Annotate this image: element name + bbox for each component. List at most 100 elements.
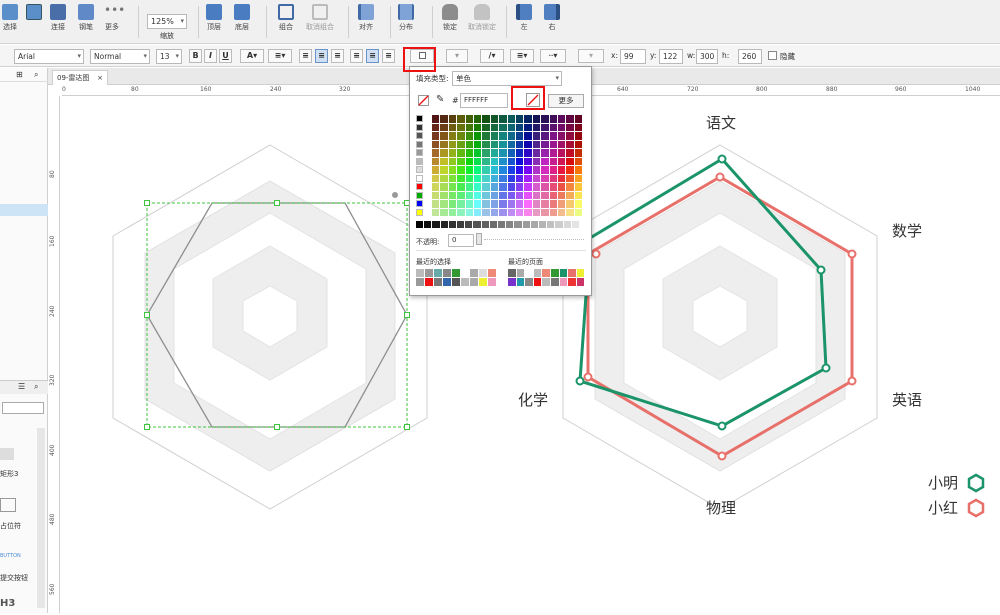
color-swatch[interactable] (558, 149, 566, 157)
y-input[interactable]: 122 (659, 49, 683, 64)
color-swatch[interactable] (474, 115, 482, 123)
color-swatch[interactable] (457, 174, 465, 182)
recent-swatch[interactable] (508, 278, 516, 286)
fill-type-select[interactable]: 单色 (452, 71, 562, 86)
color-swatch[interactable] (432, 140, 440, 148)
valign-middle-button[interactable]: ≡ (366, 49, 379, 63)
gray-swatch[interactable] (506, 221, 514, 228)
color-swatch[interactable] (532, 132, 541, 140)
line-width-button[interactable]: ≡▾ (510, 49, 534, 63)
color-swatch[interactable] (558, 140, 566, 148)
color-swatch[interactable] (457, 132, 465, 140)
color-swatch[interactable] (416, 140, 423, 148)
color-swatch[interactable] (440, 191, 448, 199)
color-swatch[interactable] (416, 200, 423, 207)
color-swatch[interactable] (524, 149, 532, 157)
color-swatch[interactable] (465, 208, 473, 216)
color-swatch[interactable] (558, 200, 566, 208)
color-swatch[interactable] (549, 149, 557, 157)
color-swatch[interactable] (448, 200, 457, 208)
color-swatch[interactable] (524, 174, 532, 182)
recent-swatch[interactable] (551, 278, 559, 286)
widget-label-placeholder[interactable]: 占位符 (0, 521, 21, 531)
color-swatch[interactable] (465, 140, 473, 148)
opacity-slider-track[interactable] (484, 239, 584, 240)
color-swatch[interactable] (566, 166, 574, 174)
color-swatch[interactable] (516, 166, 524, 174)
color-swatch[interactable] (482, 123, 490, 131)
more-colors-button[interactable]: 更多 (548, 94, 584, 108)
resize-handle[interactable] (404, 312, 410, 318)
color-swatch[interactable] (574, 200, 583, 208)
color-swatch[interactable] (532, 157, 541, 165)
color-swatch[interactable] (465, 174, 473, 182)
color-swatch[interactable] (499, 166, 507, 174)
group-button[interactable]: 组合 (278, 4, 294, 32)
gray-swatch[interactable] (465, 221, 473, 228)
color-swatch[interactable] (574, 140, 583, 148)
color-swatch[interactable] (457, 208, 465, 216)
color-swatch[interactable] (499, 200, 507, 208)
recent-swatch[interactable] (559, 278, 568, 286)
color-swatch[interactable] (440, 140, 448, 148)
color-swatch[interactable] (448, 157, 457, 165)
select-tool-alt[interactable] (26, 4, 42, 22)
color-swatch[interactable] (474, 174, 482, 182)
color-swatch[interactable] (524, 183, 532, 191)
eyedropper-icon[interactable]: ✎ (436, 94, 444, 105)
tab-radar[interactable]: 09-雷达图 × (52, 70, 108, 85)
color-swatch[interactable] (465, 183, 473, 191)
color-swatch[interactable] (532, 149, 541, 157)
color-swatch[interactable] (474, 140, 482, 148)
color-swatch[interactable] (541, 191, 549, 199)
color-swatch[interactable] (499, 132, 507, 140)
color-swatch[interactable] (558, 157, 566, 165)
color-swatch[interactable] (574, 132, 583, 140)
color-swatch[interactable] (566, 208, 574, 216)
color-swatch[interactable] (448, 191, 457, 199)
align-left-button[interactable]: ≡ (299, 49, 312, 63)
align-center-button[interactable]: ≡ (315, 49, 328, 63)
color-swatch[interactable] (482, 208, 490, 216)
left-button[interactable]: 左 (516, 4, 532, 32)
color-swatch[interactable] (448, 115, 457, 123)
color-swatch[interactable] (474, 183, 482, 191)
ungroup-button[interactable]: 取消组合 (306, 4, 334, 32)
color-swatch[interactable] (499, 123, 507, 131)
pen-tool[interactable]: 钢笔 (78, 4, 94, 32)
color-swatch[interactable] (558, 166, 566, 174)
color-swatch[interactable] (440, 166, 448, 174)
align-right-button[interactable]: ≡ (331, 49, 344, 63)
color-swatch[interactable] (432, 174, 440, 182)
send-to-bottom-button[interactable]: 底层 (234, 4, 250, 32)
color-swatch[interactable] (499, 174, 507, 182)
color-swatch[interactable] (541, 140, 549, 148)
recent-swatch[interactable] (425, 278, 433, 286)
color-swatch[interactable] (549, 166, 557, 174)
color-swatch[interactable] (566, 132, 574, 140)
color-swatch[interactable] (532, 174, 541, 182)
recent-swatch[interactable] (470, 278, 478, 286)
more-tools[interactable]: ••• 更多 (104, 4, 125, 32)
line-style-button[interactable]: ┄▾ (540, 49, 566, 63)
color-swatch[interactable] (516, 200, 524, 208)
italic-button[interactable]: I (204, 49, 217, 63)
recent-swatch[interactable] (568, 278, 576, 286)
color-swatch[interactable] (516, 132, 524, 140)
color-swatch[interactable] (440, 200, 448, 208)
font-color-button[interactable]: A▾ (240, 49, 264, 63)
resize-handle[interactable] (274, 200, 280, 206)
gray-swatch[interactable] (555, 221, 563, 228)
color-swatch[interactable] (507, 157, 515, 165)
color-swatch[interactable] (432, 149, 440, 157)
color-swatch[interactable] (465, 200, 473, 208)
color-swatch[interactable] (507, 132, 515, 140)
color-swatch[interactable] (490, 115, 499, 123)
zoom-select[interactable]: 125% (147, 14, 187, 29)
color-swatch[interactable] (549, 208, 557, 216)
color-swatch[interactable] (524, 132, 532, 140)
color-swatch[interactable] (524, 140, 532, 148)
color-swatch[interactable] (440, 183, 448, 191)
font-weight-select[interactable]: Normal (90, 49, 150, 64)
recent-swatch[interactable] (533, 278, 542, 286)
